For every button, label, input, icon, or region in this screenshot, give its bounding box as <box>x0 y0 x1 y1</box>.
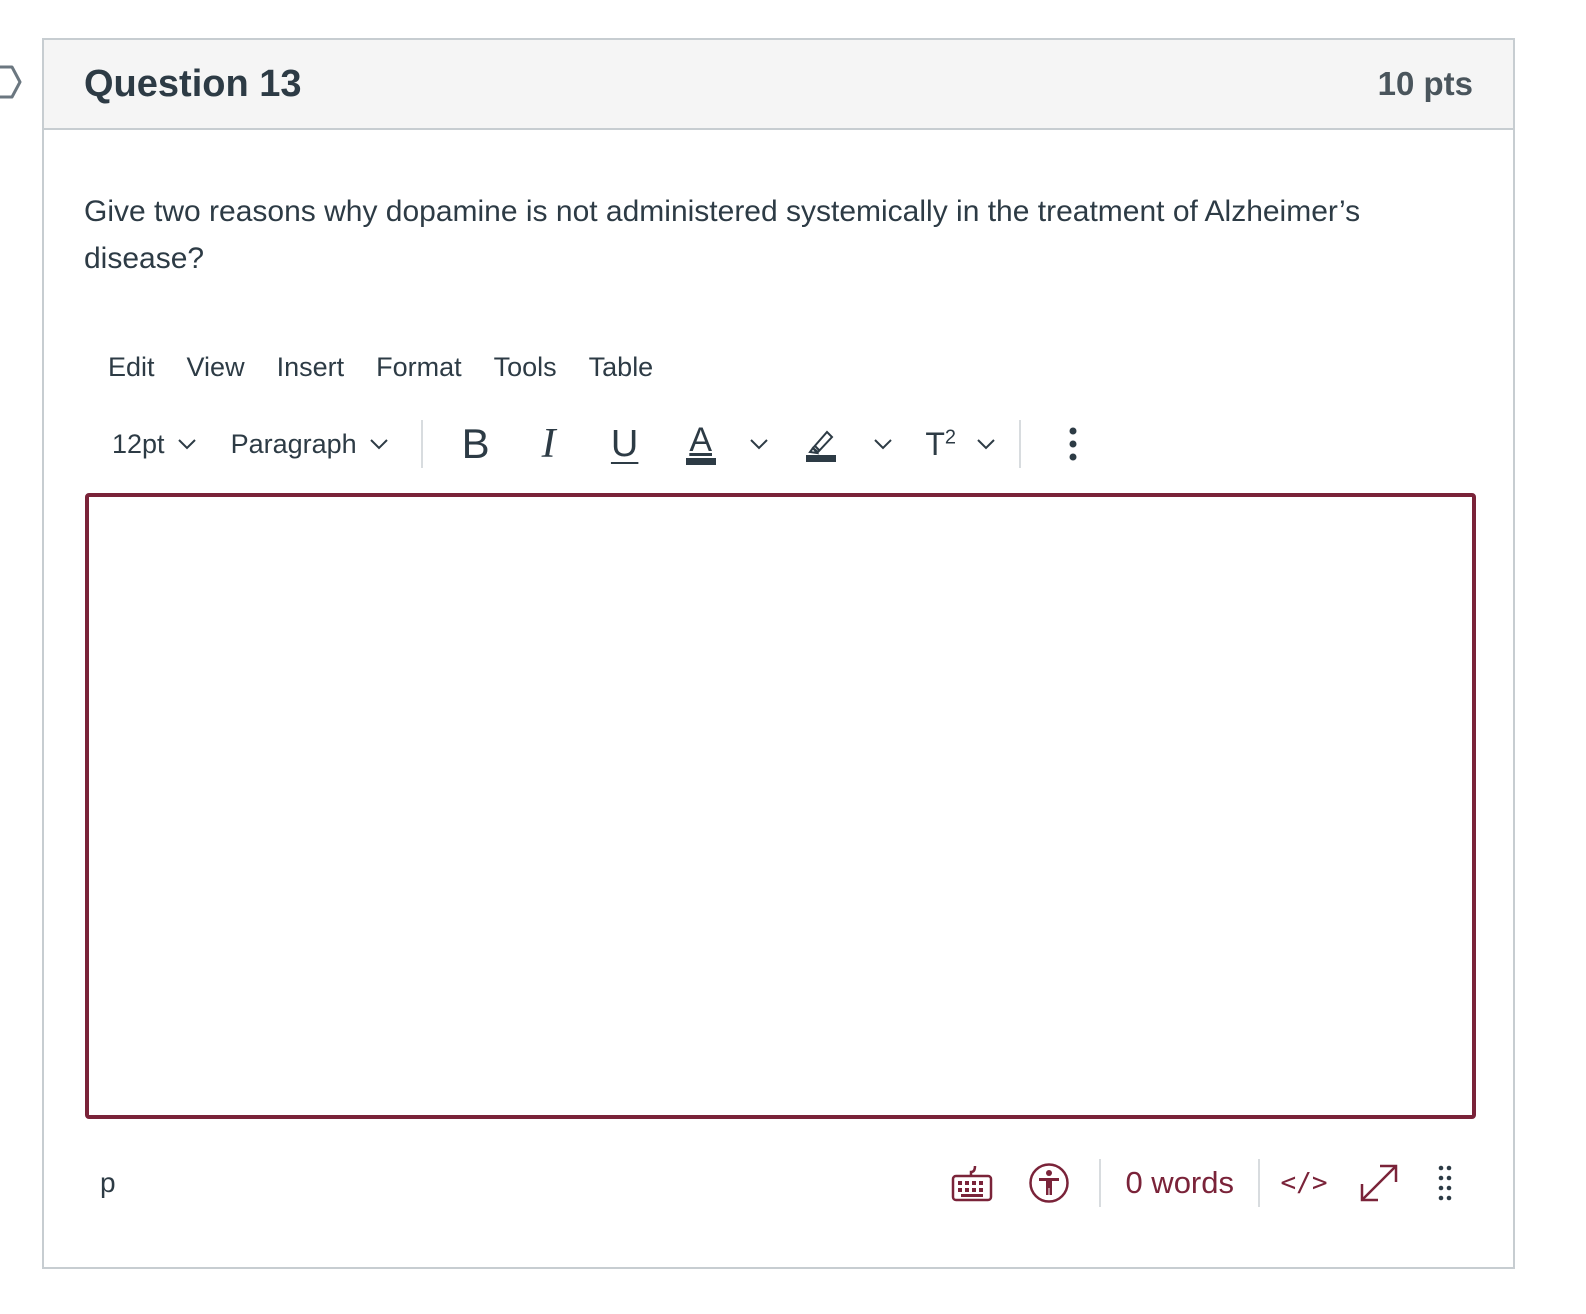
toolbar-divider <box>420 420 423 468</box>
question-header: Question 13 10 pts <box>44 40 1513 130</box>
more-options-button[interactable] <box>1043 416 1103 472</box>
question-card: Question 13 10 pts Give two reasons why … <box>42 38 1515 1269</box>
text-color-letter: A <box>689 420 712 459</box>
underline-button[interactable]: U <box>587 416 663 472</box>
menu-table[interactable]: Table <box>573 348 670 387</box>
text-color-button[interactable]: A <box>663 416 739 472</box>
accessibility-checker-button[interactable] <box>1009 1162 1089 1204</box>
keyboard-icon <box>952 1165 993 1202</box>
underline-icon: U <box>610 422 639 465</box>
editor-statusbar: p 0 words </> <box>84 1148 1476 1218</box>
statusbar-divider <box>1258 1159 1260 1207</box>
font-size-value: 12pt <box>112 428 165 459</box>
element-path[interactable]: p <box>100 1167 116 1199</box>
fullscreen-icon <box>1360 1164 1398 1202</box>
chevron-down-icon <box>369 439 388 450</box>
superscript-icon: T2 <box>925 426 956 463</box>
more-options-icon <box>1069 427 1077 461</box>
font-size-select[interactable]: 12pt <box>92 416 209 472</box>
html-editor-button[interactable]: </> <box>1264 1168 1344 1198</box>
resize-handle[interactable] <box>1414 1164 1476 1202</box>
text-color-icon: A <box>685 420 716 465</box>
question-title: Question 13 <box>84 62 302 105</box>
bold-icon: B <box>461 420 490 467</box>
text-color-swatch <box>685 457 716 465</box>
accessibility-icon <box>1029 1163 1070 1203</box>
menu-view[interactable]: View <box>171 348 261 387</box>
italic-button[interactable]: I <box>511 416 587 472</box>
resize-handle-icon <box>1438 1165 1452 1201</box>
chevron-down-icon <box>873 439 892 450</box>
editor-toolbar: 12pt Paragraph B I U A T2 <box>92 416 1103 472</box>
code-view-icon: </> <box>1280 1168 1328 1198</box>
superscript-button[interactable]: T2 <box>903 416 969 472</box>
chevron-down-icon <box>177 439 196 450</box>
fullscreen-button[interactable] <box>1344 1162 1414 1204</box>
chevron-down-icon <box>749 439 768 450</box>
block-format-select[interactable]: Paragraph <box>209 416 401 472</box>
block-format-value: Paragraph <box>230 428 357 459</box>
question-text: Give two reasons why dopamine is not adm… <box>84 195 1361 275</box>
menu-tools[interactable]: Tools <box>478 348 573 387</box>
menu-edit[interactable]: Edit <box>92 348 171 387</box>
italic-icon: I <box>541 421 556 467</box>
highlight-color-button[interactable] <box>779 416 863 472</box>
chevron-down-icon <box>976 439 995 450</box>
rich-text-editor-area[interactable] <box>85 493 1476 1119</box>
statusbar-tools: 0 words </> <box>935 1148 1476 1218</box>
editor-menubar: Edit View Insert Format Tools Table <box>92 348 669 387</box>
flag-question-icon[interactable] <box>0 64 24 100</box>
question-points: 10 pts <box>1377 65 1473 102</box>
highlight-color-dropdown[interactable] <box>863 416 903 472</box>
menu-insert[interactable]: Insert <box>261 348 361 387</box>
superscript-letter: T <box>925 425 945 462</box>
bold-button[interactable]: B <box>441 416 511 472</box>
superscript-dropdown[interactable] <box>969 416 1003 472</box>
text-color-dropdown[interactable] <box>739 416 779 472</box>
word-count[interactable]: 0 words <box>1101 1165 1258 1201</box>
toolbar-divider <box>1018 420 1021 468</box>
highlight-icon <box>805 430 836 462</box>
superscript-two: 2 <box>944 425 956 448</box>
menu-format[interactable]: Format <box>360 348 478 387</box>
keyboard-shortcuts-button[interactable] <box>935 1164 1009 1202</box>
